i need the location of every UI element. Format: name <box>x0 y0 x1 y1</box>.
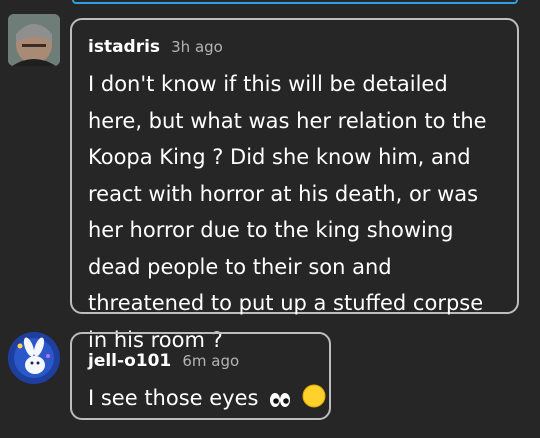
comment-meta: jell-o101 6m ago <box>88 351 239 371</box>
eyes-emoji <box>269 383 291 420</box>
username[interactable]: istadris <box>88 37 160 57</box>
smiley-face-emoji <box>302 383 326 420</box>
comment-text-line: I see those eyes <box>88 380 328 420</box>
previous-comment-border <box>72 0 518 4</box>
timestamp: 6m ago <box>182 352 240 370</box>
avatar-image <box>8 14 60 66</box>
avatar-jell-o101[interactable] <box>8 332 60 384</box>
comment-text: I don't know if this will be detailed he… <box>88 72 487 352</box>
avatar-image <box>8 332 60 384</box>
timestamp: 3h ago <box>171 38 223 56</box>
avatar-istadris[interactable] <box>8 14 60 66</box>
comment-text: I see those eyes <box>88 386 259 410</box>
comment-istadris: istadris 3h ago I don't know if this wil… <box>70 18 519 352</box>
comment-meta: istadris 3h ago <box>88 37 223 57</box>
comment-jell-o101: jell-o101 6m ago I see those eyes <box>70 332 331 420</box>
username[interactable]: jell-o101 <box>88 351 171 371</box>
